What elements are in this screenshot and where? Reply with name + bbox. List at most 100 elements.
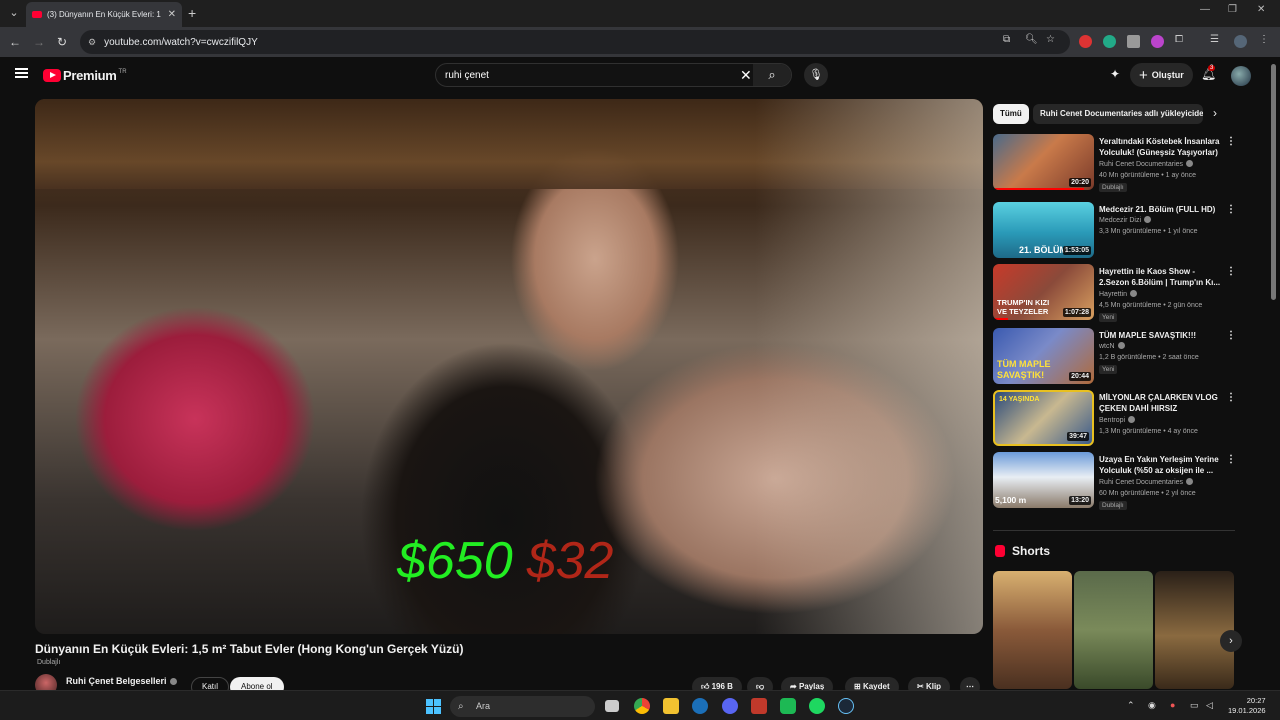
tab-close-icon[interactable]: ✕: [168, 9, 176, 20]
chips-next-arrow-icon[interactable]: ›: [1213, 106, 1217, 120]
cast-icon[interactable]: ✦: [1110, 67, 1120, 81]
list-item[interactable]: TRUMP'IN KIZI VE TEYZELER 1:07:28 Hayret…: [993, 264, 1238, 322]
maximize-icon[interactable]: ❐: [1228, 4, 1237, 15]
video-title[interactable]: MİLYONLAR ÇALARKEN VLOG ÇEKEN DAHİ HIRSI…: [1099, 392, 1223, 414]
extension-icon[interactable]: [1151, 35, 1164, 48]
forward-arrow-icon[interactable]: →: [33, 35, 45, 49]
list-item[interactable]: TÜM MAPLE SAVAŞTIK! 20:44 TÜM MAPLE SAVA…: [993, 328, 1238, 386]
app-icon[interactable]: [751, 698, 767, 714]
video-thumbnail[interactable]: 21. BÖLÜM 1:53:05: [993, 202, 1094, 258]
channel-name[interactable]: Ruhi Çenet Belgeselleri: [66, 676, 177, 686]
chip-from-uploader[interactable]: Ruhi Cenet Documentaries adlı yükleyicid…: [1033, 104, 1203, 124]
video-title[interactable]: Yeraltındaki Köstebek İnsanlara Yolculuk…: [1099, 136, 1223, 158]
chip-all[interactable]: Tümü: [993, 104, 1029, 124]
section-divider: [993, 530, 1235, 531]
address-bar[interactable]: ⚙ youtube.com/watch?v=cwczifilQJY: [80, 30, 1070, 54]
minimize-icon[interactable]: —: [1200, 4, 1210, 15]
shorts-next-arrow-icon[interactable]: ›: [1220, 630, 1242, 652]
volume-icon[interactable]: ◁: [1206, 700, 1213, 711]
short-thumbnail[interactable]: [1074, 571, 1153, 689]
reload-icon[interactable]: ↻: [57, 35, 67, 49]
verified-check-icon: [1117, 342, 1125, 349]
video-title[interactable]: Uzaya En Yakın Yerleşim Yerine Yolculuk …: [1099, 454, 1223, 476]
back-arrow-icon[interactable]: ←: [9, 35, 21, 49]
short-thumbnail[interactable]: [1155, 571, 1234, 689]
bookmark-star-icon[interactable]: ☆: [1046, 34, 1055, 45]
window-close-icon[interactable]: ✕: [1257, 4, 1265, 15]
more-options-icon[interactable]: ⋮: [1226, 136, 1236, 147]
tray-overflow-chevron-icon[interactable]: ⌃: [1127, 700, 1135, 711]
more-options-icon[interactable]: ⋮: [1226, 204, 1236, 215]
create-button[interactable]: + Oluştur: [1130, 63, 1193, 87]
tray-app-icon[interactable]: ◉: [1148, 700, 1156, 711]
clear-search-icon[interactable]: ✕: [740, 67, 752, 84]
channel-name: Medcezir Dizi: [1099, 216, 1152, 224]
extensions-puzzle-icon[interactable]: ⧠: [1175, 34, 1183, 45]
video-badge: Dublajlı: [1099, 501, 1127, 510]
vpn-app-icon[interactable]: [692, 698, 708, 714]
tab-title: (3) Dünyanın En Küçük Evleri: 1: [47, 10, 161, 19]
reading-list-icon[interactable]: ☰: [1210, 34, 1219, 45]
verified-check-icon: [1186, 160, 1194, 167]
extension-icon[interactable]: [1079, 35, 1092, 48]
microphone-icon[interactable]: ●: [1170, 700, 1175, 710]
short-thumbnail[interactable]: [993, 571, 1072, 689]
list-item[interactable]: 14 YAŞINDA 39:47 MİLYONLAR ÇALARKEN VLOG…: [993, 390, 1238, 448]
more-options-icon[interactable]: ⋮: [1226, 454, 1236, 465]
video-thumbnail[interactable]: 14 YAŞINDA 39:47: [993, 390, 1094, 446]
shield-extension-icon[interactable]: [1127, 35, 1140, 48]
chrome-icon[interactable]: [634, 698, 650, 714]
list-item[interactable]: 21. BÖLÜM 1:53:05 Medcezir 21. Bölüm (FU…: [993, 202, 1238, 260]
browser-menu-icon[interactable]: ⋮: [1259, 34, 1269, 45]
list-item[interactable]: 5,100 m 13:20 Uzaya En Yakın Yerleşim Ye…: [993, 452, 1238, 510]
voice-search-mic-icon[interactable]: 🎙︎: [804, 63, 828, 87]
network-icon[interactable]: ▭: [1190, 700, 1199, 711]
video-thumbnail[interactable]: TRUMP'IN KIZI VE TEYZELER 1:07:28: [993, 264, 1094, 320]
app-icon[interactable]: [780, 698, 796, 714]
steam-icon[interactable]: [838, 698, 854, 714]
tab-search-chevron-icon[interactable]: ⌄: [6, 5, 22, 21]
discord-icon[interactable]: [722, 698, 738, 714]
video-thumbnail[interactable]: 20:20: [993, 134, 1094, 190]
video-title[interactable]: TÜM MAPLE SAVAŞTIK!!!: [1099, 330, 1223, 341]
video-meta: 1,2 B görüntüleme • 2 saat önce: [1099, 354, 1199, 361]
new-tab-plus-icon[interactable]: +: [188, 5, 196, 21]
browser-tab[interactable]: (3) Dünyanın En Küçük Evleri: 1 ✕: [26, 2, 182, 27]
account-avatar[interactable]: [1231, 66, 1251, 86]
video-meta: 60 Mn görüntüleme • 2 yıl önce: [1099, 490, 1196, 497]
page-scrollbar[interactable]: [1271, 64, 1276, 300]
site-info-icon[interactable]: ⚙: [88, 37, 96, 48]
zoom-icon[interactable]: 🔍︎: [1025, 34, 1038, 45]
video-frame-light: [755, 99, 983, 634]
youtube-premium-logo[interactable]: Premium TR: [43, 68, 127, 83]
video-duration: 1:07:28: [1062, 308, 1091, 317]
task-view-icon[interactable]: [605, 700, 619, 712]
search-input[interactable]: ruhi çenet: [445, 70, 489, 81]
video-meta: 3,3 Mn görüntüleme • 1 yıl önce: [1099, 228, 1198, 235]
verified-check-icon: [1144, 216, 1152, 223]
list-item[interactable]: 20:20 Yeraltındaki Köstebek İnsanlara Yo…: [993, 134, 1238, 192]
windows-taskbar: ⌕ Ara ⌃ ◉ ● ▭ ◁ 20:27 19.01.2026: [0, 690, 1280, 720]
search-button[interactable]: ⌕: [753, 64, 791, 86]
video-meta: 1,3 Mn görüntüleme • 4 ay önce: [1099, 428, 1198, 435]
windows-start-icon[interactable]: [426, 699, 441, 714]
taskbar-search[interactable]: ⌕ Ara: [450, 696, 595, 717]
hamburger-menu-icon[interactable]: [15, 68, 28, 78]
video-title[interactable]: Hayrettin ile Kaos Show - 2.Sezon 6.Bölü…: [1099, 266, 1223, 288]
video-thumbnail[interactable]: TÜM MAPLE SAVAŞTIK! 20:44: [993, 328, 1094, 384]
video-player[interactable]: $650 $32: [35, 99, 983, 634]
more-options-icon[interactable]: ⋮: [1226, 330, 1236, 341]
spotify-icon[interactable]: [809, 698, 825, 714]
taskbar-clock[interactable]: 20:27 19.01.2026: [1228, 696, 1266, 716]
more-options-icon[interactable]: ⋮: [1226, 392, 1236, 403]
more-options-icon[interactable]: ⋮: [1226, 266, 1236, 277]
profile-icon[interactable]: [1234, 35, 1247, 48]
video-thumbnail[interactable]: 5,100 m 13:20: [993, 452, 1094, 508]
extension-icon[interactable]: [1103, 35, 1116, 48]
thumbnail-text: TÜM MAPLE SAVAŞTIK!: [997, 359, 1051, 380]
channel-name-text: wtcN: [1099, 343, 1115, 350]
video-title[interactable]: Medcezir 21. Bölüm (FULL HD): [1099, 204, 1223, 215]
install-app-icon[interactable]: ⧉: [1003, 34, 1010, 45]
file-explorer-icon[interactable]: [663, 698, 679, 714]
clock-date: 19.01.2026: [1228, 706, 1266, 715]
